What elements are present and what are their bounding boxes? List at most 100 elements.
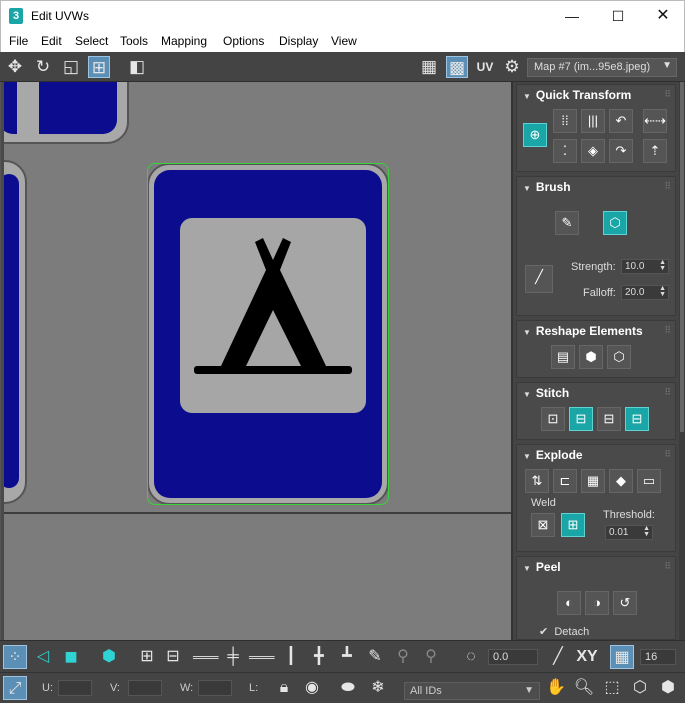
lock-icon[interactable]: 🔒︎ — [272, 676, 296, 700]
align-center-icon[interactable]: ⊕ — [523, 123, 547, 147]
uv-viewport[interactable] — [0, 82, 511, 640]
freeze-icon[interactable]: ❄ — [366, 676, 390, 700]
align-horizontal-icon[interactable]: ⁞⁞ — [553, 109, 577, 133]
scrollbar-thumb[interactable] — [680, 82, 684, 432]
edge-select-icon[interactable]: ◁ — [31, 645, 55, 669]
move-icon[interactable]: ✥ — [4, 56, 26, 78]
show-map-icon[interactable]: ▩ — [446, 56, 468, 78]
menu-file[interactable]: File — [9, 34, 28, 48]
polygon-select-icon[interactable]: ■ — [59, 645, 83, 669]
menu-select[interactable]: Select — [75, 34, 108, 48]
rollout-header-stitch[interactable]: ▼ Stitch — [523, 386, 569, 400]
menu-tools[interactable]: Tools — [120, 34, 148, 48]
material-ids-select[interactable]: All IDs ▼ — [404, 682, 540, 700]
rotation-snap-icon[interactable]: ◌ — [459, 645, 483, 669]
map-settings-icon[interactable]: ⚙ — [501, 56, 523, 78]
menu-display[interactable]: Display — [279, 34, 318, 48]
rollout-scrollbar[interactable] — [679, 82, 685, 640]
zoom-icon[interactable]: 🔍︎ — [572, 676, 596, 700]
rollout-header-brush[interactable]: ▼ Brush — [523, 180, 571, 194]
explode-smoothing-icon[interactable]: ◆ — [609, 469, 633, 493]
mirror-icon[interactable]: ◧ — [126, 56, 148, 78]
break-icon[interactable]: ⇅ — [525, 469, 549, 493]
peel-mode-icon[interactable]: ◑ — [585, 591, 609, 615]
stitch-to-source-icon[interactable]: ⊟ — [625, 407, 649, 431]
menu-view[interactable]: View — [331, 34, 357, 48]
edge-ring-icon[interactable]: ┻ — [335, 645, 359, 669]
zoom-selected-icon[interactable]: ⬢ — [656, 676, 680, 700]
paint-brush-icon[interactable]: ✎ — [363, 645, 387, 669]
menu-edit[interactable]: Edit — [41, 34, 62, 48]
scale-icon[interactable]: ◱ — [60, 56, 82, 78]
shrink-selection-icon[interactable]: ⊟ — [161, 645, 185, 669]
menu-mapping[interactable]: Mapping — [161, 34, 207, 48]
absolute-mode-icon[interactable]: ⤢ — [3, 676, 27, 700]
close-button[interactable]: ✕ — [640, 1, 685, 31]
falloff-spinner[interactable]: 20.0 ▲ ▼ — [621, 285, 669, 300]
line-tool-icon[interactable]: ╱ — [546, 645, 570, 669]
vertex-select-icon[interactable]: ⁘ — [3, 645, 27, 669]
rollout-header-quick-transform[interactable]: ▼ Quick Transform — [523, 88, 631, 102]
rotation-spinner[interactable]: 0.0 — [488, 649, 538, 665]
minimize-button[interactable]: — — [549, 1, 595, 31]
strength-spinner[interactable]: 10.0 ▲ ▼ — [621, 259, 669, 274]
grow-selection-icon[interactable]: ⊞ — [135, 645, 159, 669]
rollout-header-explode[interactable]: ▼ Explode — [523, 448, 583, 462]
threshold-spinner[interactable]: 0.01 ▲ ▼ — [605, 525, 653, 540]
zoom-region-icon[interactable]: ⬚ — [600, 676, 624, 700]
select-by-element-icon[interactable]: ⚲ — [391, 645, 415, 669]
flip-vertical-icon[interactable]: ⇡ — [643, 139, 667, 163]
weld-target-icon[interactable]: ⊞ — [561, 513, 585, 537]
isolate-icon[interactable]: ⬬ — [336, 676, 360, 700]
xy-toggle[interactable]: XY — [572, 645, 602, 669]
rollout-header-peel[interactable]: ▼ Peel — [523, 560, 561, 574]
select-overlap-icon[interactable]: ⚲ — [419, 645, 443, 669]
freeform-mode-icon[interactable]: ⊞ — [88, 56, 110, 78]
stitch-custom-icon[interactable]: ⊡ — [541, 407, 565, 431]
grid-snap-icon[interactable]: ▦ — [610, 645, 634, 669]
w-field[interactable] — [198, 680, 232, 696]
rotate-ccw-icon[interactable]: ↶ — [609, 109, 633, 133]
explode-polygons-icon[interactable]: ▦ — [581, 469, 605, 493]
paint-select-icon[interactable]: ╋ — [307, 645, 331, 669]
ring-grow-icon[interactable]: ╪ — [221, 645, 245, 669]
u-field[interactable] — [58, 680, 92, 696]
element-select-icon[interactable]: ⬢ — [97, 645, 121, 669]
edge-loop-icon[interactable]: ┃ — [279, 645, 303, 669]
uv-axis-label[interactable]: UV — [474, 56, 496, 78]
flip-horizontal-icon[interactable]: ⇠⇢ — [643, 109, 667, 133]
space-vertical-icon[interactable]: ||| — [581, 109, 605, 133]
rotate-icon[interactable]: ↻ — [32, 56, 54, 78]
loop-select-icon[interactable]: ═══ — [193, 645, 219, 669]
straighten-icon[interactable]: ▤ — [551, 345, 575, 369]
map-select[interactable]: Map #7 (im...95e8.jpeg) ▼ — [527, 58, 677, 77]
detach-edge-icon[interactable]: ⊏ — [553, 469, 577, 493]
ring-select-icon[interactable]: ═══ — [249, 645, 275, 669]
v-field[interactable] — [128, 680, 162, 696]
align-vertical-icon[interactable]: ⁚ — [553, 139, 577, 163]
grid-spinner[interactable]: 16 — [640, 649, 676, 665]
zoom-extents-icon[interactable]: ⬡ — [628, 676, 652, 700]
rotate-cw-icon[interactable]: ↷ — [609, 139, 633, 163]
rollout-header-reshape[interactable]: ▼ Reshape Elements — [523, 324, 643, 338]
relax-icon[interactable]: ⬢ — [579, 345, 603, 369]
stitch-to-target-icon[interactable]: ⊟ — [569, 407, 593, 431]
quick-peel-icon[interactable]: ◐ — [557, 591, 581, 615]
brush-falloff-curve-icon[interactable]: ╱ — [525, 265, 553, 293]
map-select-value: Map #7 (im...95e8.jpeg) — [534, 61, 651, 73]
stitch-average-icon[interactable]: ⊟ — [597, 407, 621, 431]
relax-brush-icon[interactable]: ⬡ — [603, 211, 627, 235]
hide-icon[interactable]: ◉ — [300, 676, 324, 700]
menu-options[interactable]: Options — [223, 34, 264, 48]
detach-checkbox[interactable]: ✔ Detach — [539, 625, 589, 638]
maximize-button[interactable]: ☐ — [595, 1, 641, 31]
weld-selected-icon[interactable]: ⊠ — [531, 513, 555, 537]
checker-pattern-icon[interactable]: ▦ — [418, 56, 440, 78]
relax-settings-icon[interactable]: ⬡ — [607, 345, 631, 369]
grip-icon: ⠿ — [664, 325, 671, 335]
paint-move-icon[interactable]: ✎ — [555, 211, 579, 235]
pan-icon[interactable]: ✋ — [544, 676, 568, 700]
distribute-icon[interactable]: ◈ — [581, 139, 605, 163]
explode-material-icon[interactable]: ▭ — [637, 469, 661, 493]
reset-peel-icon[interactable]: ↺ — [613, 591, 637, 615]
